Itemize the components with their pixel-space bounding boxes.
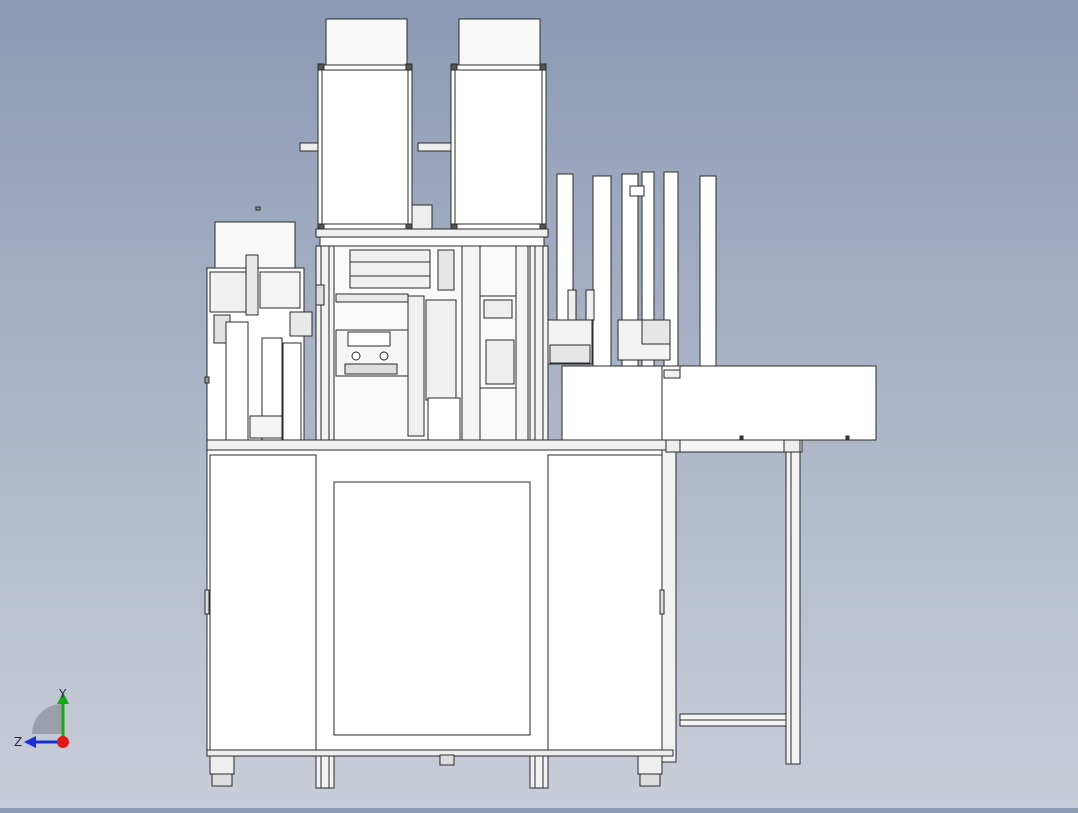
z-axis-label: Z (14, 735, 22, 749)
output-box (561, 365, 663, 441)
y-axis-label: Y (58, 687, 67, 701)
triad-arc-icon (32, 704, 62, 734)
conveyor (661, 365, 877, 441)
table-top (206, 439, 674, 451)
machine-drawing (204, 18, 877, 789)
orientation-triad[interactable]: Y Z (10, 680, 90, 760)
hopper-plate (315, 228, 549, 238)
leveling-feet (209, 754, 663, 787)
z-axis-head (24, 736, 36, 748)
hopper-plate-lower (319, 236, 545, 247)
cad-viewport[interactable]: Y Z (0, 0, 1078, 808)
conveyor-stand (665, 439, 803, 765)
left-hopper (299, 18, 453, 232)
right-hopper (450, 18, 547, 231)
lower-cabinet (204, 449, 677, 763)
x-axis-dot (57, 736, 69, 748)
central-mechanism (315, 245, 531, 441)
left-upper-assembly (204, 206, 313, 441)
